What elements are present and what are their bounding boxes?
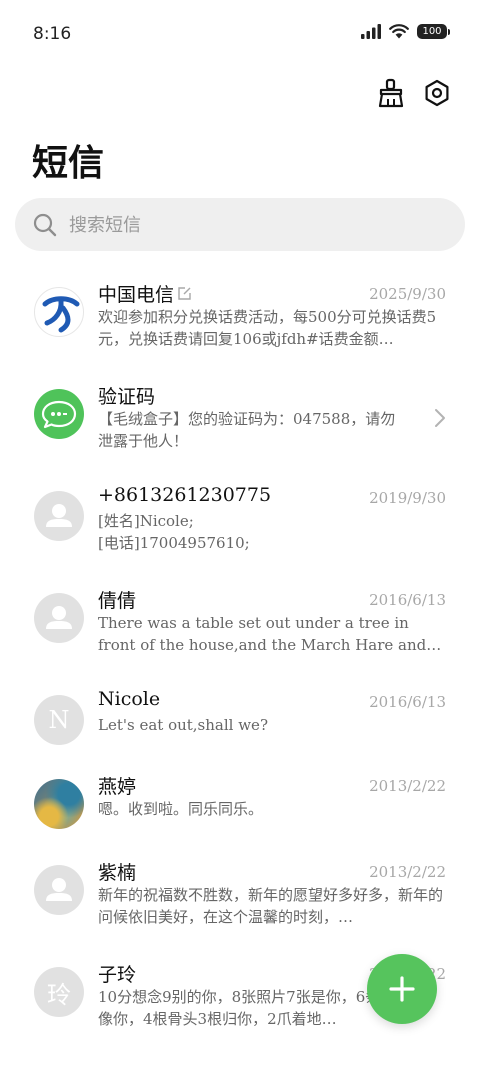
person-icon [46,606,72,629]
header-actions [376,78,452,108]
clean-button[interactable] [376,78,406,108]
conversation-item[interactable]: 燕婷 2013/2/22 嗯。收到啦。同乐同乐。 [0,772,480,872]
message-preview: Let's eat out,shall we? [98,716,268,734]
search-bar[interactable] [15,198,465,253]
new-message-button[interactable] [367,954,437,1024]
message-preview: There was a table set out under a tree i… [98,614,427,654]
status-icons: 100 [361,24,450,39]
contact-name-text: 紫楠 [98,862,137,884]
wifi-icon [389,24,409,39]
message-bubble-icon [41,400,77,429]
search-icon [33,213,57,237]
battery-level: 100 [417,24,447,39]
message-date: 2013/2/22 [369,863,446,881]
message-date: 2019/9/30 [369,489,446,507]
contact-name: 倩倩 [98,586,136,613]
message-preview: [姓名]Nicole; [电话]17004957610; [98,512,250,552]
message-preview: 【毛绒盒子】您的验证码为：047588，请勿泄露于他人！ [98,410,396,450]
broom-icon [378,78,404,108]
contact-name: 中国电信 [98,280,192,307]
avatar: N [34,695,84,745]
avatar [34,287,84,337]
edit-note-icon [178,287,191,300]
avatar [34,491,84,541]
contact-name-text: 中国电信 [98,284,175,306]
contact-name-text: +8613261230775 [98,484,272,506]
plus-icon [389,976,415,1002]
status-time: 8:16 [33,24,72,44]
message-date: 2016/6/13 [369,591,446,609]
contact-name: 子玲 [98,960,136,987]
battery-icon: 100 [417,24,450,39]
contact-name: Nicole [98,688,160,710]
conversation-item[interactable]: +8613261230775 2019/9/30 [姓名]Nicole; [电话… [0,484,480,584]
avatar [34,389,84,439]
contact-name-text: 燕婷 [98,776,137,798]
message-date: 2013/2/22 [369,777,446,795]
conversation-item[interactable]: 中国电信 2025/9/30 欢迎参加积分兑换话费活动，每500分可兑换话费5元… [0,280,480,380]
settings-icon [425,79,449,107]
message-preview: 欢迎参加积分兑换话费活动，每500分可兑换话费5元，兑换话费请回复106或jfd… [98,308,437,348]
message-preview: 嗯。收到啦。同乐同乐。 [98,800,264,818]
contact-name-text: Nicole [98,688,161,710]
contact-name-text: 倩倩 [98,590,137,612]
contact-name-text: 子玲 [98,964,137,986]
message-date: 2016/6/13 [369,693,446,711]
avatar: 玲 [34,967,84,1017]
china-telecom-logo-icon [42,296,80,333]
avatar [34,593,84,643]
status-bar: 8:16 100 [0,0,480,66]
message-date: 2025/9/30 [369,285,446,303]
contact-name: 燕婷 [98,772,136,799]
person-icon [46,878,72,901]
avatar-letter: 玲 [47,980,71,1009]
avatar-letter: N [48,706,70,734]
avatar-photo [34,779,84,829]
page-title: 短信 [32,142,105,184]
conversation-item[interactable]: 验证码 【毛绒盒子】您的验证码为：047588，请勿泄露于他人！ [0,382,480,482]
contact-name: +8613261230775 [98,484,271,506]
contact-name: 验证码 [98,382,155,409]
contact-name-text: 验证码 [98,386,156,408]
contact-name: 紫楠 [98,858,136,885]
conversation-item[interactable]: 倩倩 2016/6/13 There was a table set out u… [0,586,480,686]
signal-icon [361,24,381,39]
avatar [34,865,84,915]
chevron-right-icon [435,409,445,427]
conversation-item[interactable]: 紫楠 2013/2/22 新年的祝福数不胜数，新年的愿望好多好多，新年的问候依旧… [0,858,480,958]
message-preview: 新年的祝福数不胜数，新年的愿望好多好多，新年的问候依旧美好，在这个温馨的时刻，… [98,886,444,926]
search-input[interactable] [67,198,451,253]
settings-button[interactable] [422,78,452,108]
person-icon [46,504,72,527]
